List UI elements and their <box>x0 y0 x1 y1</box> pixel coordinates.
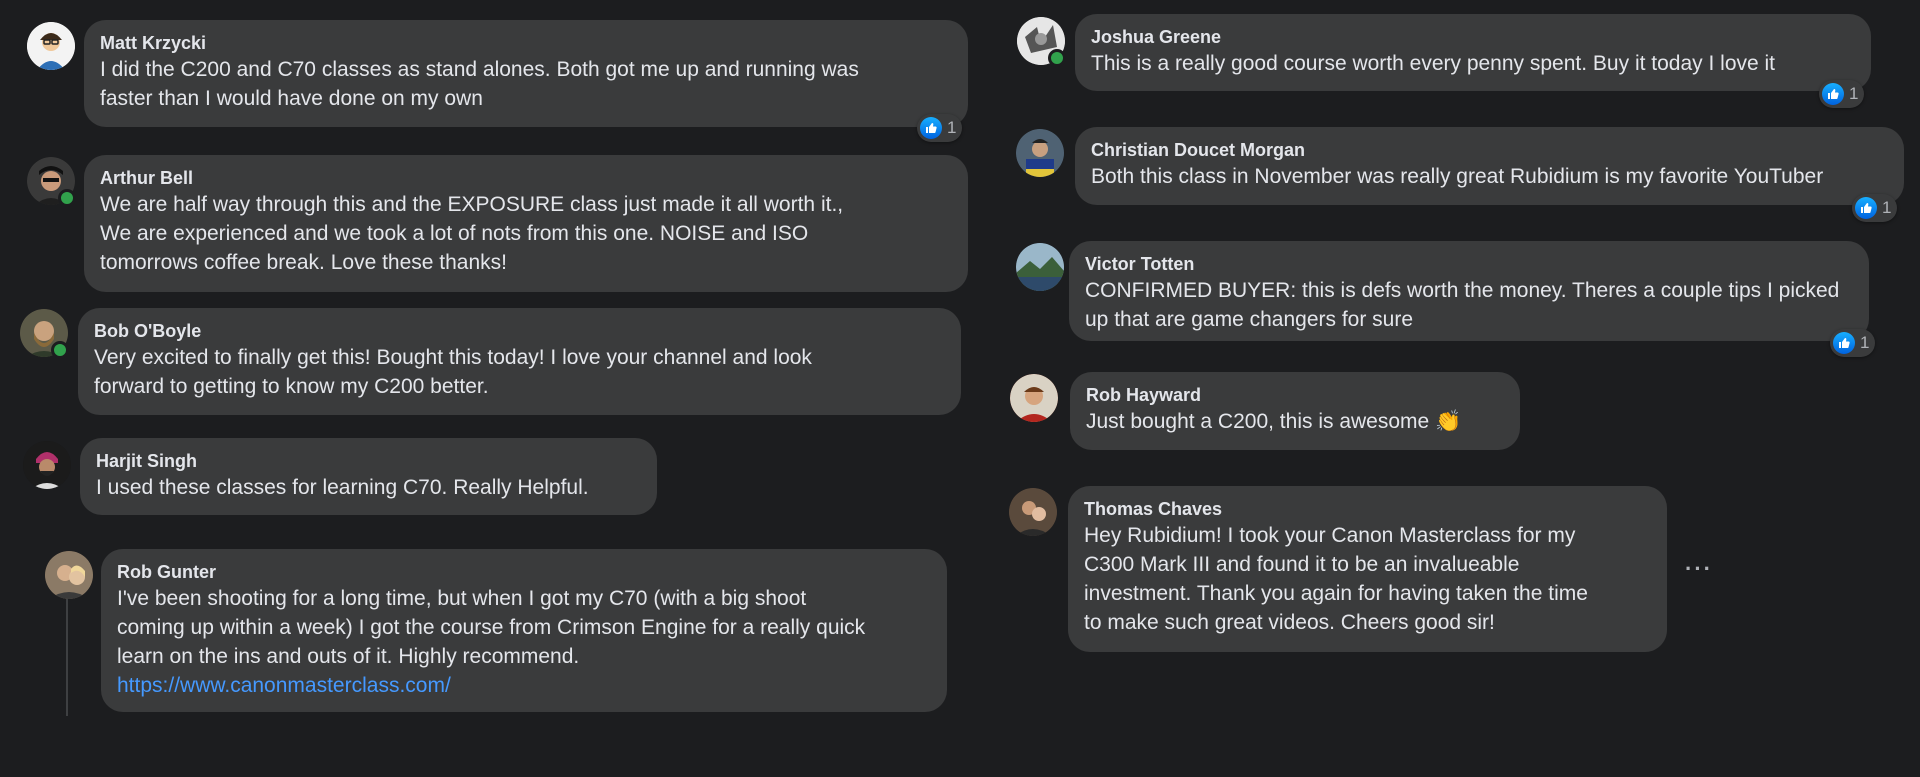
reaction-badge[interactable]: 1 <box>1852 194 1898 222</box>
comment-line: faster than I would have done on my own <box>100 87 483 110</box>
more-options-icon[interactable]: ··· <box>1685 558 1713 580</box>
comment-line: Hey Rubidium! I took your Canon Mastercl… <box>1084 524 1576 547</box>
comment-line: investment. Thank you again for having t… <box>1084 582 1588 605</box>
clapping-hands-emoji: 👏 <box>1435 410 1462 433</box>
avatar[interactable] <box>1016 129 1064 177</box>
comment-bubble: Rob Hayward Just bought a C200, this is … <box>1070 372 1520 450</box>
reaction-count: 1 <box>1882 198 1892 217</box>
comment-bubble: Harjit Singh I used these classes for le… <box>80 438 657 515</box>
reaction-badge[interactable]: 1 <box>917 114 963 142</box>
comment-bubble: Matt Krzycki I did the C200 and C70 clas… <box>84 20 968 127</box>
comment-line: forward to getting to know my C200 bette… <box>94 375 489 398</box>
reaction-count: 1 <box>947 118 957 137</box>
comment-line: up that are game changers for sure <box>1085 308 1414 331</box>
online-status-icon <box>51 341 69 359</box>
comment-line: I did the C200 and C70 classes as stand … <box>100 58 859 81</box>
comment-line: We are experienced and we took a lot of … <box>100 222 809 245</box>
comment-author[interactable]: Thomas Chaves <box>1084 497 1651 521</box>
comment-author[interactable]: Rob Hayward <box>1086 383 1504 407</box>
avatar[interactable] <box>27 22 75 70</box>
online-status-icon <box>1048 49 1066 67</box>
comment-line: coming up within a week) I got the cours… <box>117 616 866 639</box>
comment-bubble: Victor Totten CONFIRMED BUYER: this is d… <box>1069 241 1869 341</box>
comment-author[interactable]: Matt Krzycki <box>100 31 952 55</box>
comment-author[interactable]: Harjit Singh <box>96 449 641 473</box>
online-status-icon <box>58 189 76 207</box>
avatar[interactable] <box>1010 374 1058 422</box>
comment-line: C300 Mark III and found it to be an inva… <box>1084 553 1520 576</box>
comment-link[interactable]: https://www.canonmasterclass.com/ <box>117 674 451 697</box>
comment-line: Very excited to finally get this! Bought… <box>94 346 812 369</box>
comment-author[interactable]: Christian Doucet Morgan <box>1091 138 1888 162</box>
like-thumbs-up-icon <box>920 117 942 139</box>
comment-line: We are half way through this and the EXP… <box>100 193 844 216</box>
reaction-count: 1 <box>1849 84 1859 103</box>
like-thumbs-up-icon <box>1855 197 1877 219</box>
comment-line: Both this class in November was really g… <box>1091 165 1824 188</box>
reaction-badge[interactable]: 1 <box>1819 80 1865 108</box>
comment-author[interactable]: Bob O'Boyle <box>94 319 945 343</box>
avatar[interactable] <box>1016 243 1064 291</box>
comment-line: CONFIRMED BUYER: this is defs worth the … <box>1085 279 1840 302</box>
comment-bubble: Bob O'Boyle Very excited to finally get … <box>78 308 961 415</box>
comment-line: This is a really good course worth every… <box>1091 52 1776 75</box>
comment-bubble: Joshua Greene This is a really good cour… <box>1075 14 1871 91</box>
avatar[interactable] <box>1009 488 1057 536</box>
comment-line: I've been shooting for a long time, but … <box>117 587 807 610</box>
comment-bubble: Rob Gunter I've been shooting for a long… <box>101 549 947 712</box>
reaction-badge[interactable]: 1 <box>1830 329 1876 357</box>
comment-line: I used these classes for learning C70. R… <box>96 476 589 499</box>
reaction-count: 1 <box>1860 333 1870 352</box>
avatar[interactable] <box>23 441 71 489</box>
comment-author[interactable]: Victor Totten <box>1085 252 1853 276</box>
comment-bubble: Christian Doucet Morgan Both this class … <box>1075 127 1904 205</box>
comment-author[interactable]: Arthur Bell <box>100 166 952 190</box>
like-thumbs-up-icon <box>1833 332 1855 354</box>
like-thumbs-up-icon <box>1822 83 1844 105</box>
comment-author[interactable]: Rob Gunter <box>117 560 931 584</box>
comment-line: learn on the ins and outs of it. Highly … <box>117 645 580 668</box>
comment-line: to make such great videos. Cheers good s… <box>1084 611 1495 634</box>
avatar[interactable] <box>45 551 93 599</box>
comment-line-text: Just bought a C200, this is awesome <box>1086 410 1430 433</box>
comment-bubble: Arthur Bell We are half way through this… <box>84 155 968 292</box>
comment-bubble: Thomas Chaves Hey Rubidium! I took your … <box>1068 486 1667 652</box>
comment-author[interactable]: Joshua Greene <box>1091 25 1855 49</box>
comment-line: Just bought a C200, this is awesome 👏 <box>1086 407 1504 436</box>
comment-line: tomorrows coffee break. Love these thank… <box>100 251 507 274</box>
